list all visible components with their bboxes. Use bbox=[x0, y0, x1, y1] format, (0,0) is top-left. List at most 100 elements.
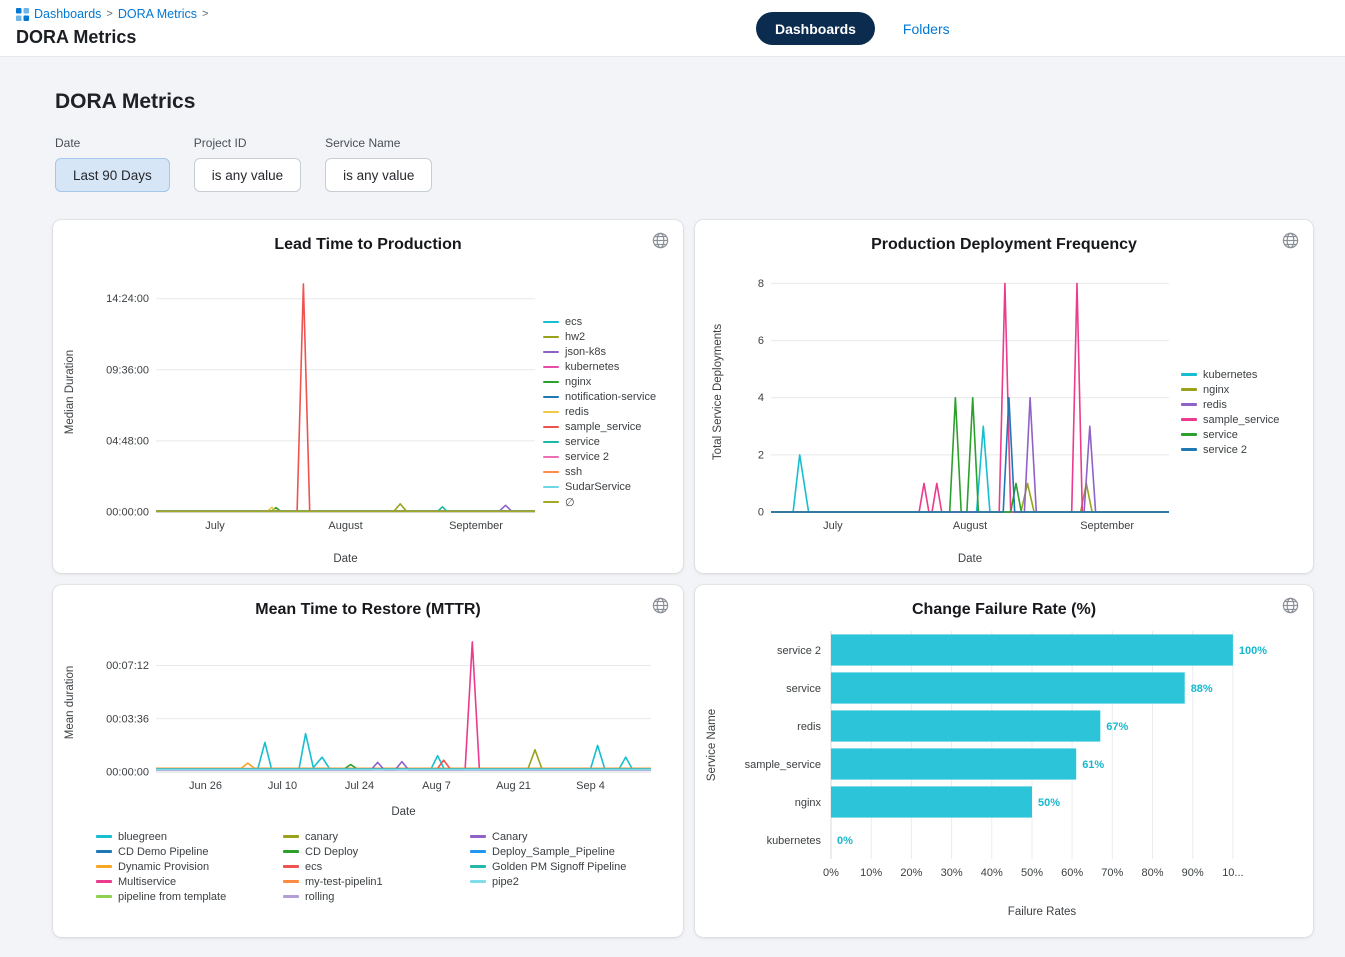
legend-label: Dynamic Provision bbox=[118, 861, 209, 873]
filter-date-label: Date bbox=[55, 136, 170, 150]
legend-label: ecs bbox=[305, 861, 322, 873]
legend-item[interactable]: ecs bbox=[543, 315, 683, 330]
filter-date-value-button[interactable]: Last 90 Days bbox=[55, 158, 170, 192]
svg-text:Aug 21: Aug 21 bbox=[496, 780, 531, 792]
legend-item[interactable]: CD Deploy bbox=[283, 844, 470, 859]
breadcrumb-link-dora-metrics[interactable]: DORA Metrics bbox=[118, 7, 197, 21]
legend-swatch bbox=[543, 381, 559, 384]
legend-item[interactable]: notification-service bbox=[543, 390, 683, 405]
svg-text:40%: 40% bbox=[981, 867, 1003, 879]
legend-label: Canary bbox=[492, 831, 527, 843]
legend-swatch bbox=[283, 850, 299, 853]
filter-project-id-value-button[interactable]: is any value bbox=[194, 158, 301, 192]
legend-swatch bbox=[96, 865, 112, 868]
legend-item[interactable]: kubernetes bbox=[543, 360, 683, 375]
svg-text:redis: redis bbox=[797, 721, 821, 733]
tab-dashboards[interactable]: Dashboards bbox=[756, 12, 875, 45]
svg-text:July: July bbox=[823, 520, 843, 532]
lead-time-chart[interactable]: 00:00:0004:48:0009:36:0014:24:00JulyAugu… bbox=[61, 256, 541, 568]
svg-text:Date: Date bbox=[333, 553, 357, 565]
tiles-grid: Lead Time to Production 00:00:0004:48:00… bbox=[53, 220, 1312, 937]
legend-item[interactable]: pipeline from template bbox=[96, 889, 283, 904]
legend-item[interactable]: nginx bbox=[543, 375, 683, 390]
legend-item[interactable]: pipe2 bbox=[470, 874, 683, 889]
filter-project-id: Project ID is any value bbox=[194, 136, 301, 192]
legend-item[interactable]: redis bbox=[1181, 397, 1313, 412]
svg-text:30%: 30% bbox=[941, 867, 963, 879]
legend-item[interactable]: bluegreen bbox=[96, 829, 283, 844]
legend-label: service bbox=[1203, 429, 1238, 441]
legend-swatch bbox=[543, 501, 559, 504]
legend-swatch bbox=[96, 880, 112, 883]
svg-text:0%: 0% bbox=[837, 835, 853, 847]
legend-item[interactable]: service 2 bbox=[543, 450, 683, 465]
legend-label: ∅ bbox=[565, 496, 575, 509]
legend-swatch bbox=[283, 835, 299, 838]
legend-item[interactable]: json-k8s bbox=[543, 345, 683, 360]
change-failure-rate-chart[interactable]: 0%10%20%30%40%50%60%70%80%90%10...100%se… bbox=[701, 621, 1313, 921]
lead-time-legend: ecshw2json-k8s kubernetes nginxnotificatio… bbox=[543, 315, 683, 510]
explore-globe-button[interactable] bbox=[1280, 231, 1300, 251]
svg-text:August: August bbox=[953, 520, 987, 532]
legend-label: json-k8s bbox=[565, 346, 606, 358]
legend-item[interactable]: sample_service bbox=[1181, 412, 1313, 427]
legend-label: kubernetes bbox=[565, 361, 619, 373]
legend-item[interactable]: ssh bbox=[543, 465, 683, 480]
legend-swatch bbox=[543, 486, 559, 489]
legend-item[interactable]: SudarService bbox=[543, 480, 683, 495]
legend-item[interactable]: my-test-pipelin1 bbox=[283, 874, 470, 889]
legend-swatch bbox=[543, 426, 559, 429]
legend-item[interactable]: redis bbox=[543, 405, 683, 420]
legend-swatch bbox=[1181, 403, 1197, 406]
legend-item[interactable]: ∅ bbox=[543, 495, 683, 510]
globe-icon bbox=[651, 231, 670, 250]
legend-item[interactable]: nginx bbox=[1181, 382, 1313, 397]
legend-label: notification-service bbox=[565, 391, 656, 403]
svg-text:0: 0 bbox=[758, 507, 764, 519]
top-header: Dashboards > DORA Metrics > DORA Metrics… bbox=[0, 0, 1345, 57]
legend-item[interactable]: Canary bbox=[470, 829, 683, 844]
deployment-frequency-chart[interactable]: 02468JulyAugustSeptemberDateTotal Servic… bbox=[709, 256, 1179, 568]
legend-item[interactable]: Dynamic Provision bbox=[96, 859, 283, 874]
explore-globe-button[interactable] bbox=[650, 596, 670, 616]
legend-item[interactable]: kubernetes bbox=[1181, 367, 1313, 382]
legend-item[interactable]: ecs bbox=[283, 859, 470, 874]
legend-item[interactable]: Multiservice bbox=[96, 874, 283, 889]
mttr-chart[interactable]: 00:00:0000:03:3600:07:12Jun 26Jul 10Jul … bbox=[61, 621, 665, 821]
svg-text:80%: 80% bbox=[1141, 867, 1163, 879]
filter-service-name: Service Name is any value bbox=[325, 136, 432, 192]
svg-text:Jun 26: Jun 26 bbox=[189, 780, 222, 792]
breadcrumb-link-dashboards[interactable]: Dashboards bbox=[34, 7, 101, 21]
tab-folders[interactable]: Folders bbox=[903, 21, 950, 37]
explore-globe-button[interactable] bbox=[1280, 596, 1300, 616]
legend-swatch bbox=[1181, 433, 1197, 436]
filter-service-name-value-button[interactable]: is any value bbox=[325, 158, 432, 192]
legend-label: Deploy_Sample_Pipeline bbox=[492, 846, 615, 858]
svg-text:00:00:00: 00:00:00 bbox=[106, 767, 149, 779]
explore-globe-button[interactable] bbox=[650, 231, 670, 251]
dashboard-heading: DORA Metrics bbox=[55, 90, 1345, 114]
legend-item[interactable]: service 2 bbox=[1181, 442, 1313, 457]
svg-text:8: 8 bbox=[758, 278, 764, 290]
legend-item[interactable]: sample_service bbox=[543, 420, 683, 435]
legend-swatch bbox=[470, 835, 486, 838]
legend-item[interactable]: rolling bbox=[283, 889, 470, 904]
legend-swatch bbox=[543, 351, 559, 354]
legend-item[interactable]: Golden PM Signoff Pipeline bbox=[470, 859, 683, 874]
legend-item[interactable]: canary bbox=[283, 829, 470, 844]
legend-label: service 2 bbox=[1203, 444, 1247, 456]
legend-item[interactable]: hw2 bbox=[543, 330, 683, 345]
filter-date: Date Last 90 Days bbox=[55, 136, 170, 192]
breadcrumb-separator: > bbox=[202, 8, 208, 20]
svg-text:90%: 90% bbox=[1182, 867, 1204, 879]
legend-item[interactable]: service bbox=[543, 435, 683, 450]
svg-text:September: September bbox=[449, 520, 503, 532]
legend-label: pipeline from template bbox=[118, 891, 226, 903]
legend-item[interactable]: service bbox=[1181, 427, 1313, 442]
legend-label: service bbox=[565, 436, 600, 448]
legend-item[interactable]: CD Demo Pipeline bbox=[96, 844, 283, 859]
svg-text:60%: 60% bbox=[1061, 867, 1083, 879]
svg-text:August: August bbox=[328, 520, 362, 532]
legend-item[interactable]: Deploy_Sample_Pipeline bbox=[470, 844, 683, 859]
deployment-frequency-legend: kubernetesnginxredissample_serviceservic… bbox=[1181, 367, 1313, 457]
